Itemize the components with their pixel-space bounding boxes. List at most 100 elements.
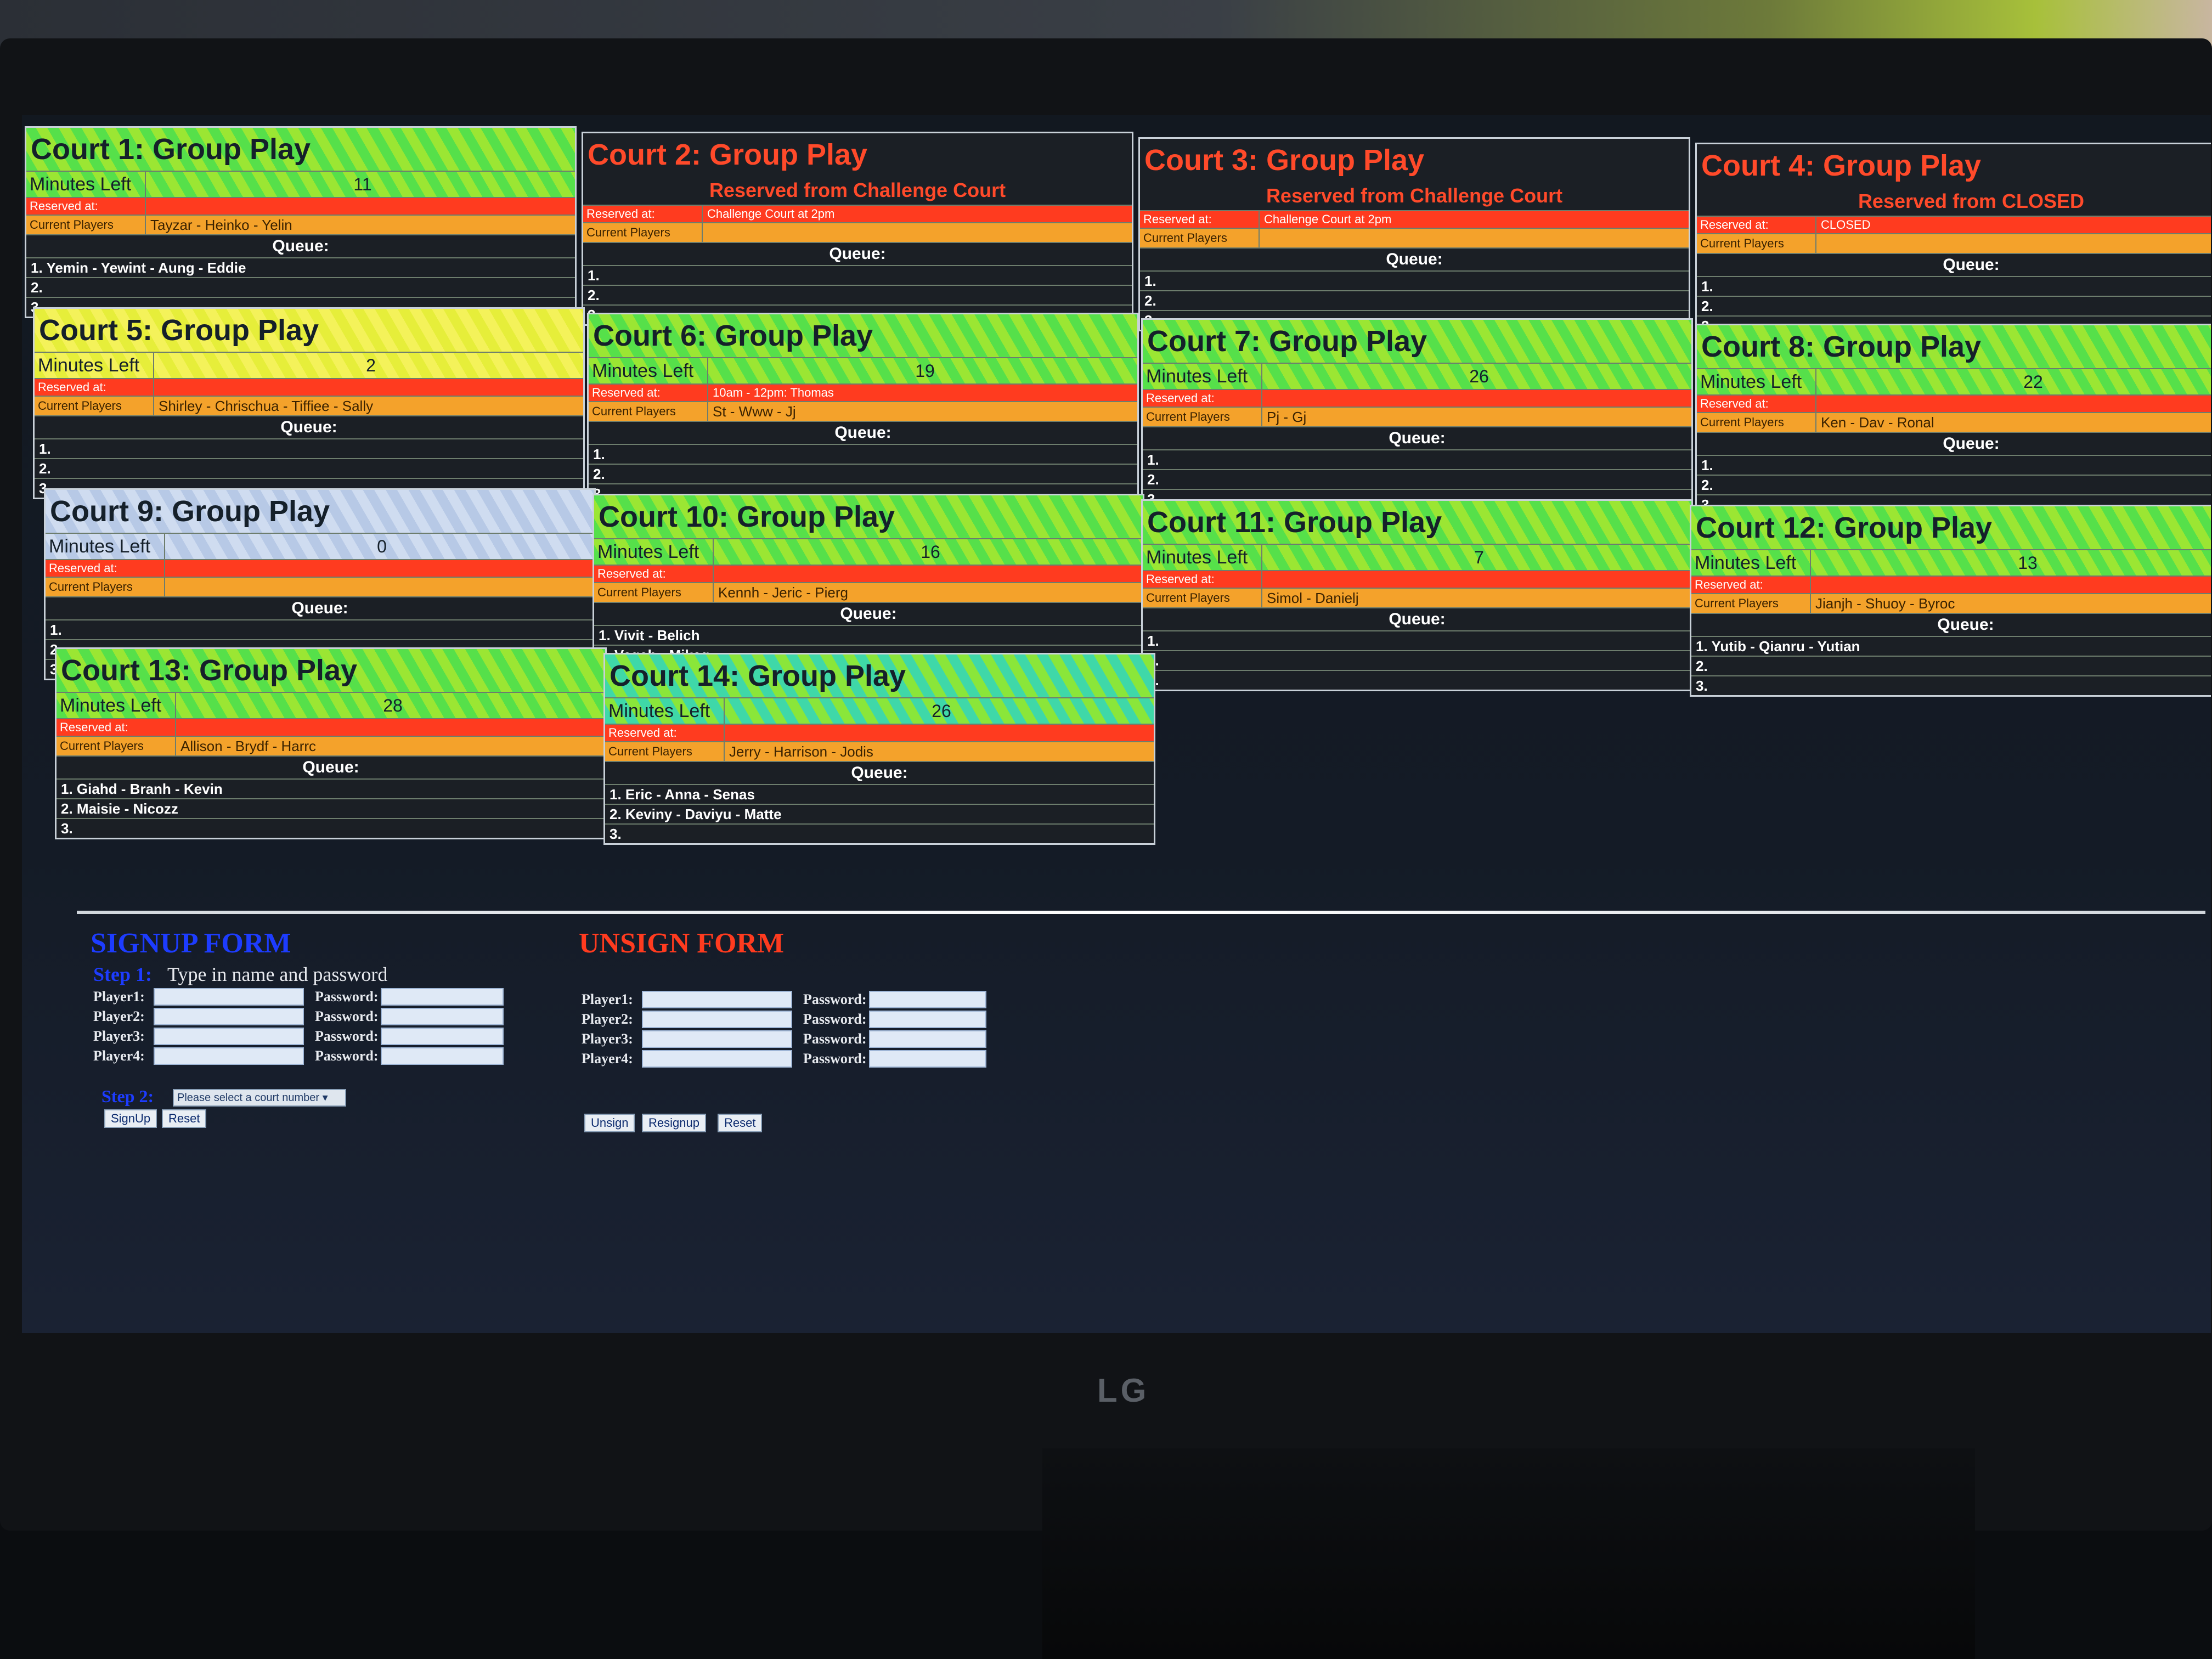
queue-item: 1. Yutib - Qianru - Yutian [1691,636,2211,656]
signup-button[interactable]: SignUp [104,1109,157,1128]
queue-header: Queue: [1143,426,1691,449]
current-players-value: Kennh - Jeric - Pierg [718,584,848,601]
court-card-8: Court 8: Group Play Minutes Left 22 Rese… [1695,324,2211,516]
queue-item: 2. [1697,475,2211,494]
monitor-stand [1042,1448,1975,1659]
player-name-input[interactable] [642,1011,792,1028]
court-title: Court 8: Group Play [1697,325,2211,368]
queue-header: Queue: [1697,432,2211,455]
court-reserved-subtitle: Reserved from CLOSED [1697,187,2211,216]
reserved-label: Reserved at: [583,206,703,222]
minutes-left-value: 7 [1474,548,1484,567]
signup-player-row: Player1: Password: [93,988,504,1006]
current-players-row: Current Players Tayzar - Heinko - Yelin [26,215,575,234]
signup-step2-label: Step 2: [101,1086,154,1106]
password-input[interactable] [869,991,986,1008]
queue-item: 1. [583,265,1132,285]
reserved-row: Reserved at: [35,378,583,396]
queue-item: 1. [1143,630,1691,650]
password-input[interactable] [381,1028,504,1045]
queue-item: 3. [1143,670,1691,690]
reserved-value: Challenge Court at 2pm [1264,212,1392,226]
chevron-down-icon: ▾ [322,1092,328,1104]
password-input[interactable] [381,1047,504,1065]
current-players-row: Current Players [1697,233,2211,253]
current-players-label: Current Players [594,583,714,602]
resignup-button[interactable]: Resignup [642,1114,706,1132]
minutes-left-value: 28 [383,696,403,715]
queue-item: 1. Vivit - Belich [594,625,1143,645]
queue-header: Queue: [35,415,583,438]
court-card-11: Court 11: Group Play Minutes Left 7 Rese… [1141,499,1693,691]
minutes-left-value: 0 [377,537,387,556]
queue-item: 3. [1691,675,2211,695]
current-players-label: Current Players [57,737,176,755]
queue-item: 3. [605,823,1154,843]
queue-item: 1. Yemin - Yewint - Aung - Eddie [26,257,575,277]
current-players-value [1816,234,2211,253]
minutes-left-value: 11 [353,174,372,194]
current-players-row: Current Players Kennh - Jeric - Pierg [594,582,1143,602]
minutes-left-value: 13 [2018,553,2038,573]
current-players-value: Allison - Brydf - Harrc [180,738,317,754]
player-name-input[interactable] [154,988,304,1006]
court-title: Court 5: Group Play [35,309,583,352]
player-name-input[interactable] [642,1050,792,1068]
reserved-row: Reserved at: [1691,575,2211,593]
current-players-value [703,223,1132,242]
player-name-input[interactable] [154,1008,304,1025]
player-label: Player2: [582,1011,633,1027]
queue-item: 2. Maisie - Nicozz [57,798,605,818]
unsign-button[interactable]: Unsign [584,1114,635,1132]
reserved-label: Reserved at: [605,725,725,741]
reserved-value [176,719,605,736]
queue-item: 2. [1691,656,2211,675]
queue-item: 2. [1697,296,2211,315]
reserved-value [1811,577,2211,593]
signup-form-title: SIGNUP FORM [91,928,291,959]
queue-header: Queue: [605,761,1154,784]
password-label: Password: [315,1008,379,1024]
minutes-left-row: Minutes Left 2 [35,352,583,378]
current-players-value [1260,229,1689,247]
minutes-left-label: Minutes Left [594,539,714,565]
password-input[interactable] [381,1008,504,1025]
current-players-value: St - Www - Jj [713,403,796,420]
reserved-row: Reserved at: [594,565,1143,582]
current-players-value: Pj - Gj [1267,409,1307,425]
queue-item: 1. [46,619,594,639]
signup-player-row: Player2: Password: [93,1007,504,1026]
signup-reset-button[interactable]: Reset [162,1109,207,1128]
password-input[interactable] [869,1050,986,1068]
unsign-form-title: UNSIGN FORM [579,928,785,959]
minutes-left-value: 22 [2023,372,2043,392]
court-title: Court 9: Group Play [46,490,594,533]
queue-item: 2. [589,464,1137,483]
minutes-left-row: Minutes Left 19 [589,357,1137,383]
password-input[interactable] [381,988,504,1006]
player-name-input[interactable] [154,1047,304,1065]
reserved-label: Reserved at: [1697,217,1816,233]
current-players-value: Tayzar - Heinko - Yelin [150,217,292,233]
court-number-select[interactable]: Please select a court number ▾ [173,1089,346,1107]
password-input[interactable] [869,1011,986,1028]
queue-item: 1. [1140,270,1689,290]
court-card-2: Court 2: Group Play Reserved from Challen… [582,132,1133,326]
player-name-input[interactable] [154,1028,304,1045]
reserved-row: Reserved at: [26,197,575,215]
minutes-left-row: Minutes Left 13 [1691,549,2211,575]
current-players-row: Current Players [46,577,594,596]
court-title: Court 1: Group Play [26,128,575,171]
password-input[interactable] [869,1030,986,1048]
current-players-label: Current Players [26,216,146,234]
player-label: Player4: [582,1051,633,1066]
current-players-row: Current Players Shirley - Chrischua - Ti… [35,396,583,415]
queue-item: 3. [57,818,605,838]
queue-item: 1. [1697,276,2211,296]
current-players-row: Current Players Allison - Brydf - Harrc [57,736,605,755]
player-name-input[interactable] [642,1030,792,1048]
current-players-label: Current Players [1140,229,1260,247]
player-name-input[interactable] [642,991,792,1008]
minutes-left-row: Minutes Left 26 [1143,363,1691,389]
unsign-reset-button[interactable]: Reset [718,1114,763,1132]
